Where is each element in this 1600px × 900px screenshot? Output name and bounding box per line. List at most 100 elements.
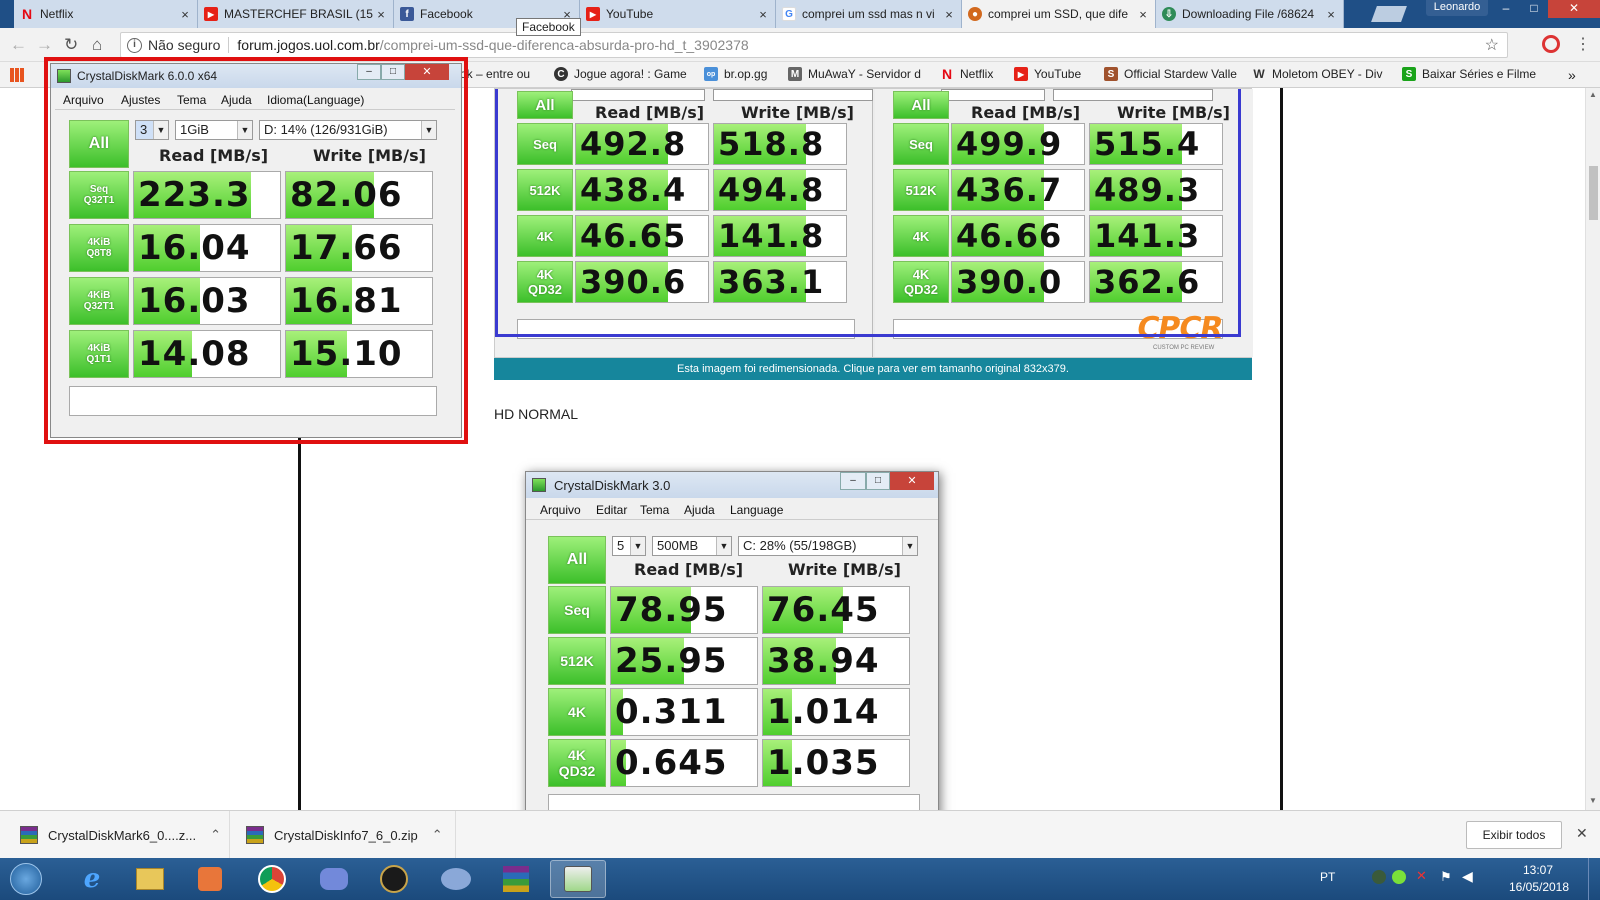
bookmark-item[interactable]: S Official Stardew Valle	[1104, 67, 1237, 81]
ssd-benchmark-image[interactable]: All Read [MB/s] Write [MB/s] Seq 492.8 518…	[494, 88, 1253, 358]
language-indicator[interactable]: PT	[1320, 870, 1335, 884]
row-label-line1: 4K	[568, 704, 586, 720]
result-write-cell: 1.014	[762, 688, 910, 736]
clock-date[interactable]: 16/05/2018	[1504, 880, 1574, 894]
taskbar-explorer[interactable]	[122, 860, 178, 898]
drive-value: C: 28% (55/198GB)	[743, 538, 857, 553]
reload-icon[interactable]: ↻	[64, 36, 78, 53]
chevron-down-icon: ▼	[716, 537, 731, 555]
download-item[interactable]: CrystalDiskMark6_0....z... ⌃	[20, 811, 230, 859]
result-read-value: 436.7	[956, 171, 1063, 209]
taskbar-media[interactable]	[182, 860, 238, 898]
divider	[228, 37, 230, 53]
bookmarks-overflow-button[interactable]: »	[1568, 67, 1576, 83]
close-icon[interactable]: ×	[755, 7, 771, 22]
scroll-down-icon[interactable]: ▼	[1589, 796, 1597, 805]
opera-extension-icon[interactable]	[1542, 35, 1560, 53]
resize-notice[interactable]: Esta imagem foi redimensionada. Clique p…	[494, 358, 1252, 380]
url-host: forum.jogos.uol.com.br	[237, 37, 380, 53]
tray-icon[interactable]	[1372, 870, 1386, 884]
close-icon[interactable]: ×	[373, 7, 389, 22]
scroll-thumb[interactable]	[1589, 166, 1598, 220]
row-label-button[interactable]: 4K	[548, 688, 606, 736]
taskbar-crystaldiskmark[interactable]	[550, 860, 606, 898]
taskbar-ie[interactable]: e	[64, 860, 120, 898]
cdm3-menubar: Arquivo Editar Tema Ajuda Language	[526, 500, 938, 520]
bookmark-star-icon[interactable]: ☆	[1485, 35, 1499, 55]
downloads-bar: CrystalDiskMark6_0....z... ⌃ CrystalDisk…	[0, 810, 1600, 859]
bookmark-item[interactable]: op br.op.gg	[704, 67, 767, 81]
tab-download[interactable]: ⇩ Downloading File /68624 ×	[1156, 0, 1344, 28]
show-all-downloads-button[interactable]: Exibir todos	[1466, 821, 1562, 849]
menu-ajuda[interactable]: Ajuda	[684, 503, 715, 517]
result-write-value: 141.8	[718, 217, 825, 255]
minimize-button[interactable]: –	[1492, 0, 1520, 18]
tab-netflix[interactable]: N Netflix ×	[14, 0, 198, 28]
maximize-button[interactable]: □	[866, 472, 890, 490]
close-downloads-bar-button[interactable]: ✕	[1576, 825, 1588, 842]
tray-icon[interactable]	[1392, 870, 1406, 884]
menu-tema[interactable]: Tema	[640, 503, 669, 517]
tab-google-search[interactable]: G comprei um ssd mas n vi ×	[776, 0, 962, 28]
taskbar-league[interactable]	[366, 860, 422, 898]
volume-icon[interactable]: ◀	[1462, 868, 1473, 885]
profile-button[interactable]: Leonardo	[1426, 0, 1488, 16]
maximize-button[interactable]: □	[1520, 0, 1548, 18]
bookmark-item[interactable]: S Baixar Séries e Filme	[1402, 67, 1536, 81]
close-icon[interactable]: ×	[941, 7, 957, 22]
result-read-value: 438.4	[580, 171, 687, 209]
cdm3-drive-select[interactable]: C: 28% (55/198GB) ▼	[738, 536, 918, 556]
menu-editar[interactable]: Editar	[596, 503, 627, 517]
show-desktop-button[interactable]	[1588, 858, 1600, 900]
window-close-button[interactable]: ✕	[1548, 0, 1600, 18]
address-bar[interactable]: i Não seguro forum.jogos.uol.com.br /com…	[120, 32, 1508, 58]
bookmark-item[interactable]: M MuAwaY - Servidor d	[788, 67, 921, 81]
close-icon[interactable]: ×	[1323, 7, 1339, 22]
new-tab-button[interactable]	[1371, 6, 1407, 22]
page-scrollbar[interactable]: ▲ ▼	[1585, 88, 1600, 810]
start-button[interactable]	[4, 860, 48, 898]
bookmark-item[interactable]: C Jogue agora! : Game	[554, 67, 687, 81]
row-label-button[interactable]: 512K	[548, 637, 606, 685]
row-label-button[interactable]: Seq	[548, 586, 606, 634]
minimize-button[interactable]: –	[840, 472, 866, 490]
download-item[interactable]: CrystalDiskInfo7_6_0.zip ⌃	[246, 811, 456, 859]
taskbar-chrome[interactable]	[244, 860, 300, 898]
forward-arrow-icon[interactable]: →	[36, 36, 53, 53]
close-icon[interactable]: ×	[1135, 7, 1151, 22]
gamer-icon: C	[554, 67, 568, 81]
flag-icon[interactable]: ⚑	[1440, 869, 1452, 885]
scroll-up-icon[interactable]: ▲	[1589, 90, 1597, 99]
bookmark-item[interactable]: ok – entre ou	[460, 67, 530, 81]
cdm3-size-select[interactable]: 500MB ▼	[652, 536, 732, 556]
network-warning-icon[interactable]: ✕	[1416, 868, 1427, 884]
menu-arquivo[interactable]: Arquivo	[540, 503, 581, 517]
cdm3-all-button[interactable]: All	[548, 536, 606, 584]
clock-time[interactable]: 13:07	[1508, 863, 1568, 877]
menu-language[interactable]: Language	[730, 503, 783, 517]
row-label-button[interactable]: 4K QD32	[548, 739, 606, 787]
taskbar-discord[interactable]	[306, 860, 362, 898]
info-icon[interactable]: i	[127, 37, 142, 53]
youtube-icon: ▶	[586, 7, 600, 21]
home-icon[interactable]: ⌂	[92, 36, 102, 53]
bookmark-item[interactable]: N Netflix	[940, 66, 993, 82]
bookmark-item[interactable]: ▶ YouTube	[1014, 67, 1081, 81]
taskbar-winrar[interactable]	[488, 860, 544, 898]
comment-box[interactable]	[548, 794, 920, 810]
back-arrow-icon[interactable]: ←	[10, 36, 27, 53]
close-icon[interactable]: ×	[177, 7, 193, 22]
bookmark-item[interactable]: W Moletom OBEY - Div	[1252, 67, 1382, 81]
menu-dots-icon[interactable]: ⋮	[1575, 34, 1591, 54]
tab-forum-active[interactable]: ● comprei um SSD, que dife ×	[962, 0, 1156, 28]
chevron-up-icon[interactable]: ⌃	[432, 827, 443, 843]
result-write-value: 489.3	[1094, 171, 1201, 209]
cdm3-count-select[interactable]: 5 ▼	[612, 536, 646, 556]
chevron-up-icon[interactable]: ⌃	[210, 827, 221, 843]
tab-youtube[interactable]: ▶ YouTube ×	[580, 0, 776, 28]
close-button[interactable]: ✕	[890, 472, 934, 490]
apps-icon[interactable]	[10, 68, 24, 82]
taskbar-app[interactable]	[428, 860, 484, 898]
result-read-value: 25.95	[615, 641, 728, 681]
tab-masterchef[interactable]: ▶ MASTERCHEF BRASIL (15 ×	[198, 0, 394, 28]
